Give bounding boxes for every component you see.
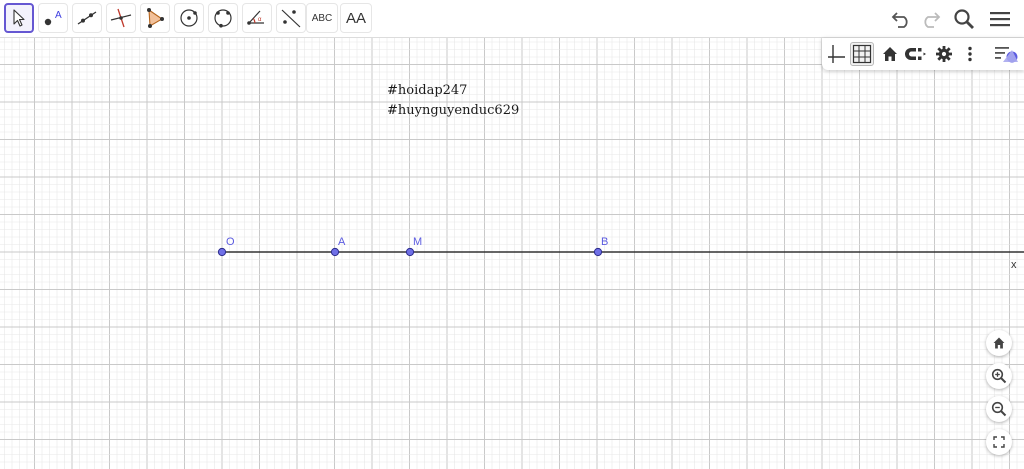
search-icon (954, 9, 974, 29)
perpendicular-line-tool-button[interactable] (106, 3, 136, 33)
svg-text:α: α (258, 17, 262, 23)
point-capturing-button[interactable] (904, 42, 928, 66)
point-icon: A (44, 10, 62, 26)
circle-three-points-tool-button[interactable] (208, 3, 238, 33)
circle-center-point-tool-button[interactable] (174, 3, 204, 33)
redo-icon (924, 12, 941, 28)
note-text-author[interactable]: #huynguyenduc629 (387, 103, 519, 118)
line-icon (77, 11, 97, 25)
main-menu-button[interactable] (986, 5, 1014, 33)
text-style-icon: AA (345, 9, 366, 27)
fullscreen-icon (993, 436, 1005, 448)
note-text-hoidap[interactable]: #hoidap247 (387, 83, 467, 98)
fullscreen-button[interactable] (986, 429, 1012, 455)
home-icon (993, 337, 1005, 349)
graphics-settings-icon (995, 47, 1018, 63)
ray-label: x (1011, 259, 1017, 271)
text-icon: ABC (311, 12, 333, 24)
standard-view-button[interactable] (878, 42, 902, 66)
circle-three-points-icon (214, 9, 232, 28)
point-label: O (226, 236, 235, 248)
home-icon (883, 47, 897, 61)
reflect-tool-button[interactable] (276, 3, 306, 33)
toggle-grid-button[interactable] (850, 42, 874, 66)
grid-icon (852, 44, 872, 64)
undo-icon (891, 12, 908, 28)
settings-button[interactable] (932, 42, 956, 66)
polygon-tool-button[interactable] (140, 3, 170, 33)
style-bar (822, 38, 1024, 70)
axes-icon (828, 45, 845, 63)
zoom-out-icon (991, 401, 1007, 417)
circle-center-icon (180, 9, 198, 27)
point-label: B (601, 236, 608, 248)
point-label: A (338, 236, 346, 248)
menu-icon (990, 12, 1010, 27)
redo-button[interactable] (916, 5, 944, 33)
arrow-cursor-icon (13, 9, 25, 27)
gear-icon (936, 46, 952, 62)
point-label: M (413, 236, 422, 248)
reflect-icon (281, 9, 301, 28)
graphics-settings-button[interactable] (992, 42, 1022, 66)
toolbar: A α ABC AA (0, 0, 1024, 38)
search-button[interactable] (950, 5, 978, 33)
standard-view-zoom-button[interactable] (986, 330, 1012, 356)
line-tool-button[interactable] (72, 3, 102, 33)
zoom-in-button[interactable] (986, 363, 1012, 389)
more-options-button[interactable] (958, 42, 982, 66)
point-tool-button[interactable]: A (38, 3, 68, 33)
svg-text:A: A (55, 10, 62, 21)
text-style-tool-button[interactable]: AA (340, 3, 372, 33)
zoom-in-icon (991, 368, 1007, 384)
polygon-icon (147, 8, 164, 28)
toggle-axes-button[interactable] (824, 42, 848, 66)
angle-icon: α (247, 10, 264, 25)
angle-tool-button[interactable]: α (242, 3, 272, 33)
undo-button[interactable] (888, 5, 916, 33)
magnet-icon (905, 48, 926, 60)
move-tool-button[interactable] (4, 3, 34, 33)
more-vertical-icon (968, 46, 972, 62)
perpendicular-icon (110, 8, 132, 28)
text-tool-button[interactable]: ABC (306, 3, 338, 33)
zoom-out-button[interactable] (986, 396, 1012, 422)
